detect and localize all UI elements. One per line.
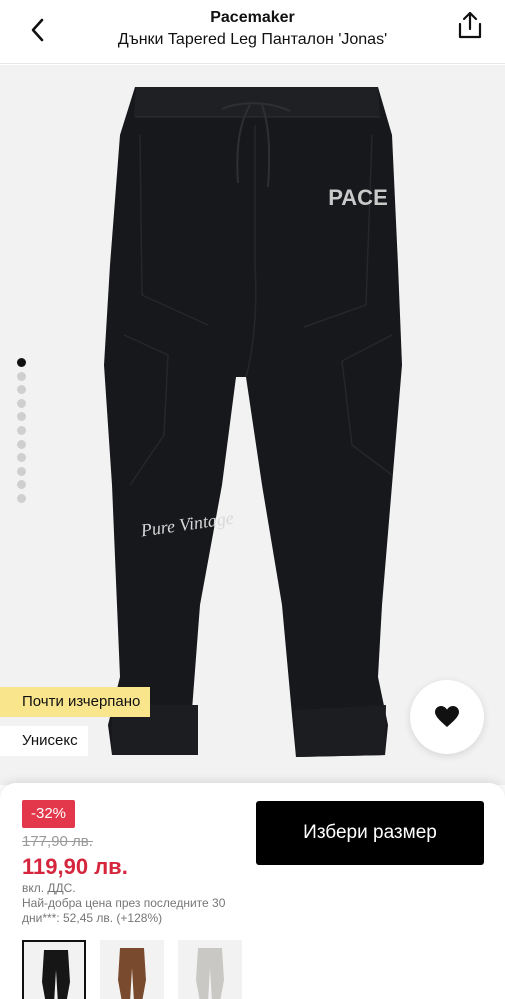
gallery-dot[interactable] — [17, 439, 26, 449]
unisex-badge: Унисекс — [0, 726, 88, 756]
variant-grey[interactable] — [178, 940, 242, 999]
vat-note: вкл. ДДС. — [22, 881, 76, 895]
top-bar: Pacemaker Дънки Tapered Leg Панталон 'Jo… — [0, 0, 505, 64]
header-title: Pacemaker Дънки Tapered Leg Панталон 'Jo… — [80, 8, 425, 51]
wishlist-button[interactable] — [410, 680, 484, 754]
gallery-pagination — [17, 358, 29, 508]
product-image: PACE Pure Vintage — [104, 87, 402, 757]
brand-name: Pacemaker — [210, 9, 295, 26]
product-image-gallery[interactable]: PACE Pure Vintage Почти изчерпано Унисек… — [0, 65, 505, 785]
sale-price: 119,90 лв. — [22, 854, 128, 879]
gallery-dot[interactable] — [17, 480, 26, 490]
discount-badge: -32% — [22, 800, 76, 828]
variant-thumbnail — [118, 948, 146, 999]
gallery-dot[interactable] — [17, 425, 26, 435]
share-icon — [458, 11, 482, 39]
best-price-note: Най-добра цена през последните 30 дни***… — [22, 896, 226, 925]
gallery-dot[interactable] — [17, 453, 26, 463]
back-button[interactable] — [22, 14, 54, 46]
variant-brown[interactable] — [100, 940, 164, 999]
pace-print: PACE — [328, 185, 388, 210]
old-price: 177,90 лв. — [22, 833, 93, 850]
select-size-button[interactable]: Избери размер — [256, 801, 484, 865]
gallery-dot[interactable] — [17, 358, 26, 367]
variant-thumbnail — [196, 948, 224, 999]
share-button[interactable] — [453, 8, 487, 42]
low-stock-badge: Почти изчерпано — [0, 687, 151, 717]
gallery-dot[interactable] — [17, 398, 26, 408]
variant-thumbnail — [42, 950, 70, 999]
gallery-dot[interactable] — [17, 466, 26, 476]
gallery-dot[interactable] — [17, 493, 26, 503]
gallery-dot[interactable] — [17, 385, 26, 395]
product-title: Дънки Tapered Leg Панталон 'Jonas' — [117, 31, 388, 48]
chevron-left-icon — [31, 18, 44, 42]
gallery-dot[interactable] — [17, 371, 26, 381]
gallery-dot[interactable] — [17, 412, 26, 422]
variant-black[interactable] — [22, 940, 86, 999]
purchase-panel: -32% 177,90 лв. 119,90 лв. вкл. ДДС. Най… — [0, 783, 505, 999]
heart-icon — [435, 706, 459, 727]
